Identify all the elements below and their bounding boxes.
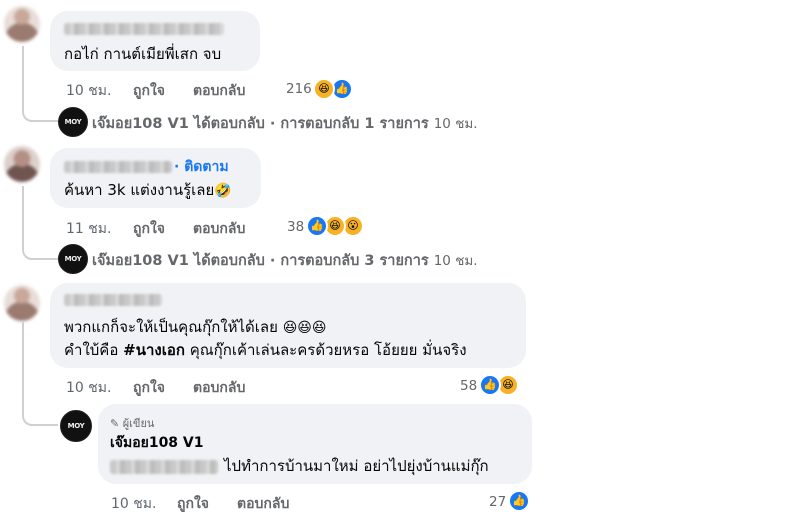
commenter-avatar[interactable] bbox=[4, 285, 40, 321]
reply-time[interactable]: 10 ชม. bbox=[111, 493, 156, 515]
haha-icon: 😆 bbox=[313, 78, 335, 100]
commenter-name-blurred[interactable] bbox=[64, 23, 224, 35]
comment-time[interactable]: 10 ชม. bbox=[66, 80, 111, 102]
commenter-name-blurred[interactable] bbox=[64, 161, 172, 173]
comment-text-line-2: คำใบ้คือ #นางเอก คุณกุ๊กเค้าเล่นละครด้วย… bbox=[64, 341, 467, 359]
comment-text: ค้นหา 3k แต่งงานรู้เลย🤣 bbox=[64, 181, 232, 199]
comment-text: กอไก่ กานต์เมียพี่เสก จบ bbox=[64, 45, 222, 63]
comment-bubble: · ติดตาม ค้นหา 3k แต่งงานรู้เลย🤣 bbox=[50, 148, 261, 208]
reaction-count[interactable]: 38 bbox=[287, 219, 304, 235]
reply-bubble: ✎ ผู้เขียน เจ๊มอย108 V1 ไปทำการบ้านมาใหม… bbox=[98, 404, 532, 484]
page-avatar[interactable]: MOY bbox=[58, 107, 88, 137]
like-button[interactable]: ถูกใจ bbox=[133, 377, 165, 399]
like-button[interactable]: ถูกใจ bbox=[133, 80, 165, 102]
reply-author[interactable]: เจ๊มอย108 V1 bbox=[92, 253, 189, 269]
thread-connector bbox=[22, 186, 58, 260]
reply-summary-time: 10 ชม. bbox=[433, 253, 478, 269]
follow-button[interactable]: · ติดตาม bbox=[174, 158, 229, 177]
reaction-count[interactable]: 216 bbox=[286, 81, 312, 97]
reply-summary-time: 10 ชม. bbox=[433, 116, 478, 132]
pen-icon: ✎ bbox=[110, 417, 120, 430]
reply-text: ไปทำการบ้านมาใหม่ อย่าไปยุ่งบ้านแม่กุ๊ก bbox=[224, 457, 489, 475]
thread-connector bbox=[22, 46, 58, 122]
reply-author-name[interactable]: เจ๊มอย108 V1 bbox=[110, 434, 204, 453]
like-icon: 👍 bbox=[508, 490, 530, 512]
like-button[interactable]: ถูกใจ bbox=[133, 218, 165, 240]
commenter-avatar[interactable] bbox=[4, 146, 40, 182]
laughing-emoji: 😆😆😆 bbox=[282, 320, 327, 336]
comment-bubble: พวกแกก็จะให้เป็นคุณกุ๊กให้ได้เลย 😆😆😆 คำใ… bbox=[50, 283, 526, 368]
like-icon: 👍 bbox=[479, 374, 501, 396]
reply-summary-text: ได้ตอบกลับ · การตอบกลับ 1 รายการ bbox=[193, 116, 429, 132]
comment-bubble: กอไก่ กานต์เมียพี่เสก จบ bbox=[50, 11, 260, 71]
mentioned-name-blurred[interactable] bbox=[110, 460, 218, 474]
reply-author[interactable]: เจ๊มอย108 V1 bbox=[92, 116, 189, 132]
reply-summary-text: ได้ตอบกลับ · การตอบกลับ 3 รายการ bbox=[193, 253, 429, 269]
page-avatar[interactable]: MOY bbox=[58, 244, 88, 274]
comment-time[interactable]: 10 ชม. bbox=[66, 377, 111, 399]
reply-reply-button[interactable]: ตอบกลับ bbox=[237, 493, 289, 515]
reply-button[interactable]: ตอบกลับ bbox=[193, 80, 245, 102]
rofl-emoji: 🤣 bbox=[214, 183, 232, 199]
comment-time[interactable]: 11 ชม. bbox=[66, 218, 111, 240]
author-avatar[interactable]: MOY bbox=[60, 410, 92, 442]
view-replies-link[interactable]: เจ๊มอย108 V1 ได้ตอบกลับ · การตอบกลับ 3 ร… bbox=[92, 249, 478, 272]
reply-button[interactable]: ตอบกลับ bbox=[193, 218, 245, 240]
reply-button[interactable]: ตอบกลับ bbox=[193, 377, 245, 399]
author-badge: ✎ ผู้เขียน bbox=[110, 417, 155, 430]
hashtag-link[interactable]: #นางเอก bbox=[123, 341, 185, 359]
like-icon: 👍 bbox=[306, 215, 328, 237]
thread-connector bbox=[22, 322, 58, 426]
commenter-name-blurred[interactable] bbox=[64, 294, 162, 306]
reply-reaction-count[interactable]: 27 bbox=[489, 494, 506, 510]
view-replies-link[interactable]: เจ๊มอย108 V1 ได้ตอบกลับ · การตอบกลับ 1 ร… bbox=[92, 112, 478, 135]
commenter-avatar[interactable] bbox=[4, 6, 40, 42]
reaction-count[interactable]: 58 bbox=[460, 378, 477, 394]
comment-text-line-1: พวกแกก็จะให้เป็นคุณกุ๊กให้ได้เลย 😆😆😆 bbox=[64, 318, 327, 336]
reply-like-button[interactable]: ถูกใจ bbox=[177, 493, 209, 515]
